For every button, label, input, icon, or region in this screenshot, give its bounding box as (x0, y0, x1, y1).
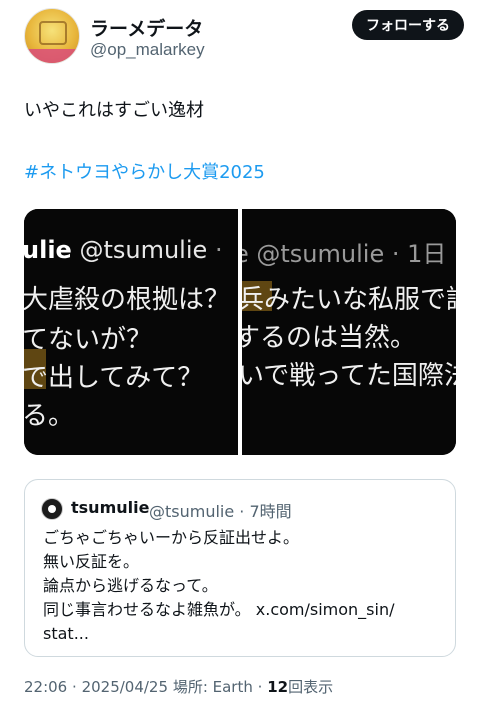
quoted-line: ごちゃごちゃいーから反証出せよ。 (43, 528, 300, 547)
media-left-line: る。 (24, 401, 75, 431)
avatar-image (39, 21, 67, 45)
tweet-header: ラーメデータ @op_malarkey フォローする (24, 8, 464, 66)
media-left-line: 大虐殺の根拠は？ (24, 285, 231, 315)
media-right-line: 兵みたいな私服で誤 (242, 285, 456, 315)
quoted-author-meta: @tsumulie · 7時間 (149, 502, 292, 521)
quoted-author-avatar (41, 498, 63, 520)
media-image-left[interactable]: ulie @tsumulie · 大虐殺の根拠は？ てないが？ で出してみて？ … (24, 209, 238, 455)
view-count: 12 (267, 678, 289, 696)
media-image-right[interactable]: e @tsumulie · 1日 兵みたいな私服で誤 するのは当然。 いで戦って… (242, 209, 456, 455)
author-avatar[interactable] (24, 8, 80, 64)
tweet-time[interactable]: 22:06 (24, 678, 67, 696)
tweet-text: いやこれはすごい逸材 (24, 100, 204, 121)
quoted-line: stat... (43, 624, 89, 643)
tweet-location: 場所: Earth (172, 678, 253, 696)
hashtag-link[interactable]: #ネトウヨやらかし大賞2025 (24, 158, 265, 184)
media-right-line: するのは当然。 (242, 323, 417, 353)
media-right-handle: e @tsumulie · 1日 (242, 240, 447, 268)
quoted-tweet-text: ごちゃごちゃいーから反証出せよ。 無い反証を。 論点から逃げるなって。 同じ事言… (43, 526, 443, 646)
media-left-line: で出してみて？ (24, 363, 204, 393)
quoted-author-name: tsumulie (71, 498, 150, 517)
author-handle[interactable]: @op_malarkey (90, 40, 205, 60)
tweet-date[interactable]: 2025/04/25 (82, 678, 168, 696)
quoted-tweet[interactable]: tsumulie @tsumulie · 7時間 ごちゃごちゃいーから反証出せよ… (24, 479, 456, 657)
media-right-line: いで戦ってた国際法 (242, 361, 456, 391)
quoted-line: 同じ事言わせるなよ雑魚が。 x.com/simon_sin/ (43, 600, 395, 619)
tweet-footer: 22:06 · 2025/04/25 場所: Earth · 12回表示 (24, 678, 334, 696)
follow-button[interactable]: フォローする (352, 10, 464, 40)
media-left-line: てないが？ (24, 325, 153, 355)
author-display-name[interactable]: ラーメデータ (90, 14, 203, 41)
quoted-line: 無い反証を。 (43, 552, 140, 571)
quoted-line: 論点から逃げるなって。 (43, 576, 218, 595)
media-gallery[interactable]: ulie @tsumulie · 大虐殺の根拠は？ てないが？ で出してみて？ … (24, 209, 456, 455)
view-count-label: 回表示 (288, 678, 334, 696)
media-left-handle: ulie @tsumulie · (24, 236, 223, 264)
